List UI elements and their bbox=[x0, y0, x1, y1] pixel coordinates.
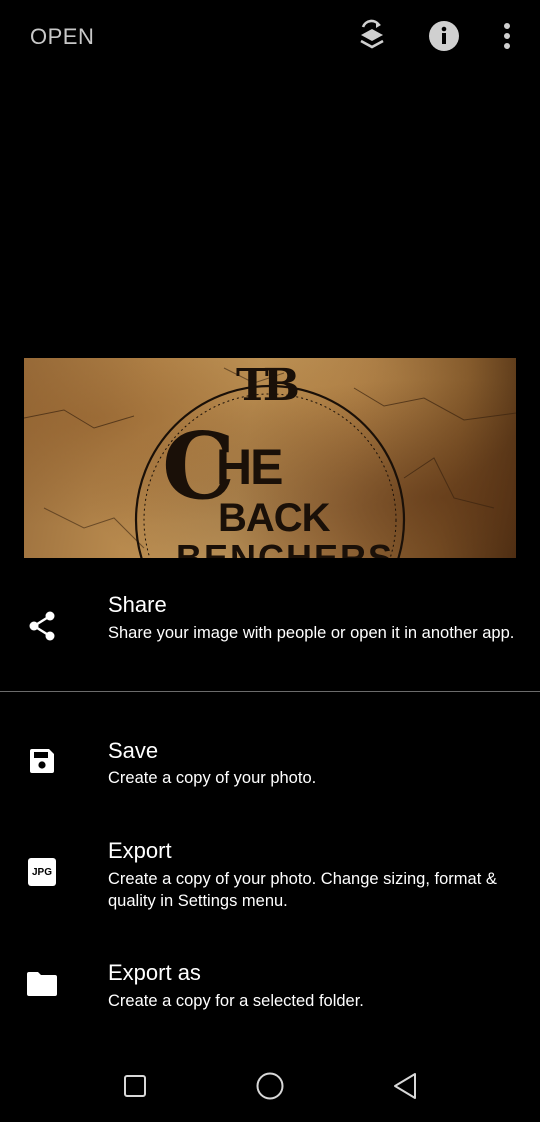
share-icon bbox=[24, 608, 60, 644]
jpg-icon: JPG bbox=[24, 854, 60, 890]
share-title: Share bbox=[108, 592, 167, 617]
export-description: Create a copy of your photo. Change sizi… bbox=[108, 870, 497, 910]
back-icon[interactable] bbox=[389, 1070, 421, 1102]
more-vert-icon[interactable] bbox=[489, 18, 525, 54]
divider bbox=[0, 691, 540, 692]
save-icon bbox=[24, 743, 60, 779]
save-title: Save bbox=[108, 738, 159, 763]
jpg-badge-text: JPG bbox=[31, 866, 52, 878]
home-icon[interactable] bbox=[254, 1070, 286, 1102]
folder-icon bbox=[24, 966, 60, 1002]
export-as-option[interactable]: Export as Create a copy for a selected f… bbox=[0, 954, 540, 1034]
layers-swap-icon[interactable] bbox=[354, 18, 390, 54]
logo-line-2: BACK bbox=[218, 496, 331, 540]
save-description: Create a copy of your photo. bbox=[108, 769, 317, 787]
logo-monogram: TB bbox=[236, 360, 300, 411]
top-app-bar: OPEN bbox=[0, 0, 540, 74]
logo-line-3: BENCHERS bbox=[176, 537, 395, 559]
share-option[interactable]: Share Share your image with people or op… bbox=[0, 586, 540, 686]
share-description: Share your image with people or open it … bbox=[108, 624, 515, 642]
screen: OPEN TB C HE BACK BENCHERS Share Share y… bbox=[0, 0, 540, 1122]
export-option[interactable]: JPG Export Create a copy of your photo. … bbox=[0, 832, 540, 932]
info-icon[interactable] bbox=[426, 18, 462, 54]
save-option[interactable]: Save Create a copy of your photo. bbox=[0, 732, 540, 812]
open-button[interactable]: OPEN bbox=[30, 24, 94, 50]
system-nav-bar bbox=[0, 1050, 540, 1122]
export-as-title: Export as bbox=[108, 960, 201, 985]
image-preview: TB C HE BACK BENCHERS bbox=[24, 358, 516, 558]
logo-line-1: HE bbox=[216, 439, 283, 495]
recents-icon[interactable] bbox=[119, 1070, 151, 1102]
export-title: Export bbox=[108, 838, 172, 863]
export-as-description: Create a copy for a selected folder. bbox=[108, 992, 364, 1010]
